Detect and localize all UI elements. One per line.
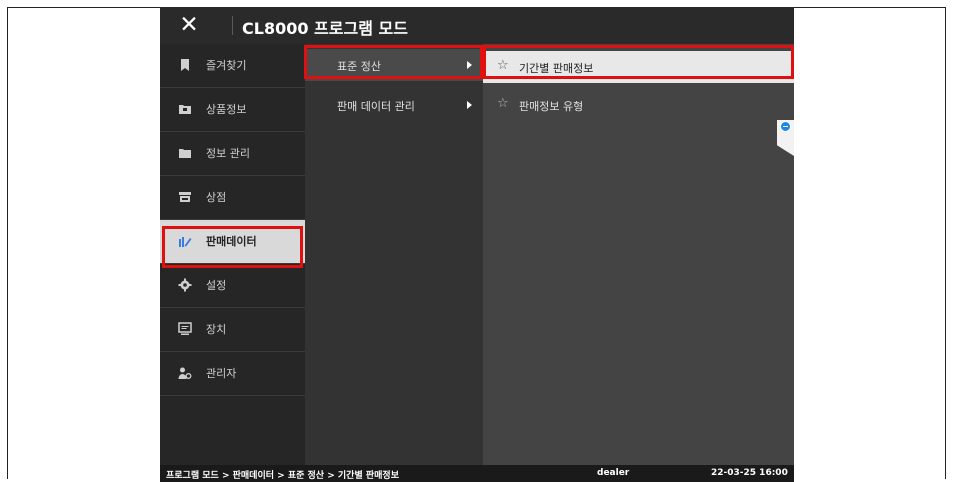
sidebar-item-info-manage[interactable]: 정보 관리 <box>160 132 305 176</box>
sidebar-item-label: 정보 관리 <box>206 147 250 160</box>
sidebar-item-label: 상품정보 <box>206 103 247 116</box>
sidebar-item-settings[interactable]: 설정 <box>160 264 305 308</box>
sidebar-item-sales-data[interactable]: 판매데이터 <box>160 220 305 264</box>
sidebar-item-label: 즐겨찾기 <box>206 59 247 72</box>
submenu-item-sales-data-manage[interactable]: 판매 데이터 관리 <box>305 89 483 121</box>
submenu-item-label: 표준 정산 <box>337 60 381 73</box>
app-title: CL8000 프로그램 모드 <box>242 19 408 38</box>
sidebar-item-favorites[interactable]: 즐겨찾기 <box>160 44 305 88</box>
sidebar: 즐겨찾기 상품정보 정보 관리 상점 판매데이터 설정 장치 관리자 <box>160 44 305 465</box>
submenu-item-label: 판매 데이터 관리 <box>337 100 415 113</box>
leaf-item-label: 판매정보 유형 <box>519 100 584 113</box>
collapse-icon[interactable] <box>780 121 791 132</box>
star-icon[interactable]: ☆ <box>497 58 509 73</box>
admin-user-icon <box>178 367 192 379</box>
app-screen: ✕ CL8000 프로그램 모드 즐겨찾기 상품정보 정보 관리 상점 판매데이… <box>160 7 794 482</box>
status-bar: 프로그램 모드 > 판매데이터 > 표준 정산 > 기간별 판매정보 deale… <box>160 465 794 482</box>
title-bar: ✕ CL8000 프로그램 모드 <box>160 7 794 44</box>
chevron-right-icon <box>467 61 472 69</box>
sidebar-item-admin[interactable]: 관리자 <box>160 352 305 396</box>
chevron-right-icon <box>467 101 472 109</box>
leaf-item-sales-info-type[interactable]: ☆ 판매정보 유형 <box>483 89 794 121</box>
folder-box-icon <box>179 105 191 114</box>
submenu-panel: 표준 정산 판매 데이터 관리 <box>305 44 483 465</box>
close-icon[interactable]: ✕ <box>176 12 202 38</box>
title-separator <box>232 16 233 35</box>
sidebar-item-label: 관리자 <box>206 367 237 380</box>
monitor-icon <box>178 322 192 335</box>
leaf-menu-panel: ☆ 기간별 판매정보 ☆ 판매정보 유형 <box>483 44 794 465</box>
sidebar-item-label: 상점 <box>206 191 227 204</box>
bookmark-icon <box>181 59 189 71</box>
sidebar-item-label: 설정 <box>206 279 227 292</box>
folder-icon <box>179 149 191 158</box>
status-user: dealer <box>597 468 630 478</box>
sidebar-item-label: 판매데이터 <box>206 235 257 248</box>
submenu-item-standard-settlement[interactable]: 표준 정산 <box>305 49 483 81</box>
breadcrumb: 프로그램 모드 > 판매데이터 > 표준 정산 > 기간별 판매정보 <box>166 471 399 481</box>
sidebar-item-label: 장치 <box>206 323 227 336</box>
gear-icon <box>178 278 192 292</box>
store-icon <box>179 192 191 202</box>
sidebar-item-product-info[interactable]: 상품정보 <box>160 88 305 132</box>
star-icon[interactable]: ☆ <box>497 96 509 111</box>
sidebar-item-device[interactable]: 장치 <box>160 308 305 352</box>
leaf-item-label: 기간별 판매정보 <box>519 62 594 75</box>
leaf-item-period-sales-info[interactable]: ☆ 기간별 판매정보 <box>483 51 794 83</box>
status-datetime: 22-03-25 16:00 <box>711 468 788 478</box>
edit-chart-icon <box>179 237 192 247</box>
sidebar-item-store[interactable]: 상점 <box>160 176 305 220</box>
